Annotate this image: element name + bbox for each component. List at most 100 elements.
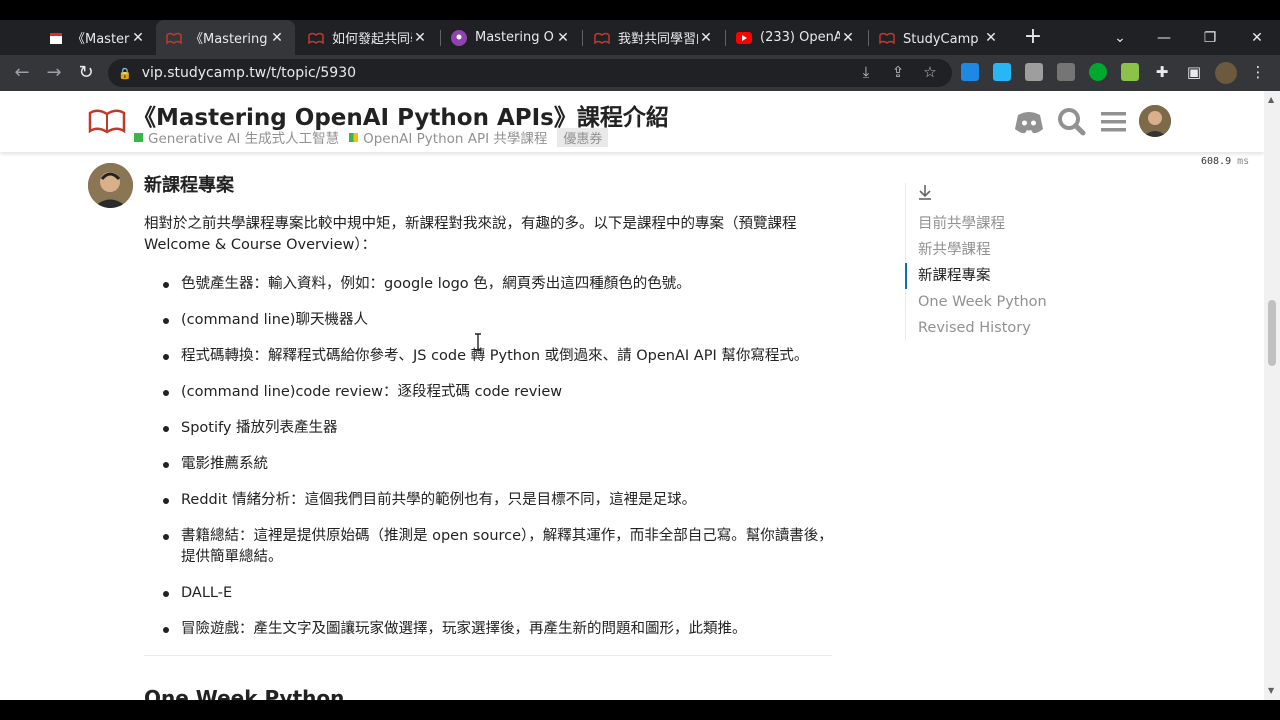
web-page: 《Mastering OpenAI Python APIs》課程介紹 Gener…: [0, 91, 1264, 700]
user-avatar[interactable]: [1139, 105, 1171, 137]
profile-avatar[interactable]: [1215, 62, 1237, 84]
list-item: 電影推薦系統: [163, 454, 834, 475]
section-intro: 相對於之前共學課程專案比較中規中矩，新課程對我來說，有趣的多。以下是課程中的專案…: [144, 216, 797, 253]
extension-window-icon[interactable]: [993, 63, 1011, 81]
address-bar[interactable]: 🔒 vip.studycamp.tw/t/topic/5930: [108, 59, 952, 87]
close-icon[interactable]: ✕: [983, 30, 999, 46]
search-icon[interactable]: [1056, 107, 1088, 137]
tab-title: 《Mastering O: [190, 32, 269, 47]
next-section-heading: One Week Python: [144, 686, 345, 700]
scroll-thumb[interactable]: [1268, 300, 1276, 366]
tab-search-icon[interactable]: ⌄: [1097, 20, 1143, 55]
category-bar: Generative AI 生成式人工智慧 OpenAI Python API …: [134, 127, 609, 147]
scroll-down-icon[interactable]: ▼: [1268, 686, 1274, 695]
tab-4[interactable]: Mastering Op ✕: [441, 20, 581, 55]
list-item: 程式碼轉換：解釋程式碼給你參考、JS code 轉 Python 或倒過來、請 …: [163, 346, 834, 367]
toc-item[interactable]: Revised History: [906, 315, 1105, 341]
podcast-icon: [451, 29, 467, 46]
hamburger-menu-icon[interactable]: [1098, 107, 1130, 137]
tab-strip: 《Mastering ✕ 《Mastering O ✕ 如何發起共同學 ✕ Ma…: [0, 20, 1280, 55]
tab-title: StudyCamp 台: [903, 32, 983, 47]
menu-kebab-icon[interactable]: ⋮: [1247, 61, 1269, 83]
bookmark-star-icon[interactable]: ☆: [919, 61, 941, 83]
extension-key-icon[interactable]: [1121, 63, 1139, 81]
lock-icon: 🔒: [118, 66, 132, 80]
text-cursor-icon: [475, 333, 481, 351]
category-color-icon: [134, 132, 143, 142]
toc-item[interactable]: 目前共學課程: [906, 211, 1105, 237]
scroll-up-icon[interactable]: ▲: [1268, 95, 1274, 104]
tab-6[interactable]: (233) OpenAI ✕: [726, 20, 866, 55]
studycamp-icon: [308, 30, 324, 46]
tab-title: (233) OpenAI: [760, 30, 840, 45]
tab-2-active[interactable]: 《Mastering O ✕: [156, 20, 295, 55]
new-tab-button[interactable]: +: [1021, 26, 1045, 50]
studycamp-icon: [879, 30, 895, 46]
timing-unit: ms: [1237, 156, 1250, 167]
extension-translate-icon[interactable]: [1057, 63, 1075, 81]
list-item: Spotify 播放列表產生器: [163, 418, 834, 439]
studycamp-icon: [594, 30, 610, 46]
tab-title: 我對共同學習的: [618, 32, 698, 47]
bottom-bar: [0, 700, 1280, 720]
extension-camera-icon[interactable]: [1025, 63, 1043, 81]
list-item: Reddit 情緒分析：這個我們目前共學的範例也有，只是目標不同，這裡是足球。: [163, 490, 834, 511]
list-item: (command line)聊天機器人: [163, 310, 834, 331]
toc-item[interactable]: 新共學課程: [906, 237, 1105, 263]
close-icon[interactable]: ✕: [130, 30, 146, 46]
side-panel-icon[interactable]: ▣: [1183, 61, 1205, 83]
extension-gem-icon[interactable]: [961, 63, 979, 81]
tab-title: Mastering Op: [475, 30, 555, 45]
list-item: (command line)code review：逐段程式碼 code rev…: [163, 382, 834, 403]
close-icon[interactable]: ✕: [555, 30, 571, 46]
forward-icon[interactable]: →: [42, 61, 66, 85]
browser-toolbar: ← → ↻ 🔒 vip.studycamp.tw/t/topic/5930 ⤓ …: [0, 55, 1280, 91]
close-icon[interactable]: ✕: [698, 30, 714, 46]
tab-1[interactable]: 《Mastering ✕: [38, 20, 156, 55]
install-icon[interactable]: ⤓: [855, 61, 877, 83]
close-icon[interactable]: ✕: [412, 30, 428, 46]
reload-icon[interactable]: ↻: [74, 61, 98, 85]
restore-icon[interactable]: ❐: [1187, 20, 1233, 55]
post-author-avatar[interactable]: [88, 163, 133, 208]
page-scrollbar[interactable]: ▲ ▼: [1264, 91, 1280, 700]
discord-icon[interactable]: [1013, 107, 1045, 137]
tab-5[interactable]: 我對共同學習的 ✕: [584, 20, 724, 55]
category-generative-ai[interactable]: Generative AI 生成式人工智慧: [134, 127, 339, 147]
close-window-icon[interactable]: ✕: [1234, 20, 1280, 55]
toc-item-active[interactable]: 新課程專案: [905, 263, 1105, 289]
back-icon[interactable]: ←: [10, 61, 34, 85]
close-icon[interactable]: ✕: [269, 30, 285, 46]
tab-separator: [582, 30, 583, 46]
calendar-icon: [48, 30, 64, 46]
category-openai-python-api[interactable]: OpenAI Python API 共學課程: [349, 127, 547, 147]
divider: [144, 655, 832, 656]
tab-7[interactable]: StudyCamp 台 ✕: [869, 20, 1009, 55]
timing-value: 608.9: [1201, 156, 1232, 167]
request-timing: 608.9 ms: [1195, 154, 1257, 170]
minimize-icon[interactable]: —: [1141, 20, 1187, 55]
jump-to-bottom-icon[interactable]: [918, 183, 932, 201]
share-icon[interactable]: ⇪: [887, 61, 909, 83]
extensions-puzzle-icon[interactable]: ✚: [1151, 61, 1173, 83]
table-of-contents: 目前共學課程 新共學課程 新課程專案 One Week Python Revis…: [905, 183, 1105, 341]
close-icon[interactable]: ✕: [840, 30, 856, 46]
list-item: 書籍總結：這裡是提供原始碼（推測是 open source），解釋其運作，而非全…: [163, 526, 834, 568]
tab-title: 如何發起共同學: [332, 32, 412, 47]
project-list: 色號產生器：輸入資料，例如：google logo 色，網頁秀出這四種顏色的色號…: [144, 274, 834, 640]
tab-3[interactable]: 如何發起共同學 ✕: [298, 20, 438, 55]
post-content: 新課程專案 相對於之前共學課程專案比較中規中矩，新課程對我來說，有趣的多。以下是…: [144, 171, 834, 700]
list-item: 色號產生器：輸入資料，例如：google logo 色，網頁秀出這四種顏色的色號…: [163, 274, 834, 295]
site-header: 《Mastering OpenAI Python APIs》課程介紹 Gener…: [0, 91, 1264, 152]
studycamp-icon: [166, 30, 182, 46]
list-item: DALL-E: [163, 583, 834, 604]
tag-coupon[interactable]: 優惠券: [557, 127, 609, 147]
tab-title: 《Mastering: [72, 32, 130, 47]
section-heading: 新課程專案: [144, 175, 234, 196]
category-label: OpenAI Python API 共學課程: [363, 131, 548, 147]
studycamp-logo-icon[interactable]: [88, 107, 126, 135]
toc-item[interactable]: One Week Python: [906, 289, 1105, 315]
list-item: 冒險遊戲：產生文字及圖讓玩家做選擇，玩家選擇後，再產生新的問題和圖形，此類推。: [163, 619, 834, 640]
category-label: Generative AI 生成式人工智慧: [148, 131, 340, 147]
extension-evernote-icon[interactable]: [1089, 63, 1107, 81]
